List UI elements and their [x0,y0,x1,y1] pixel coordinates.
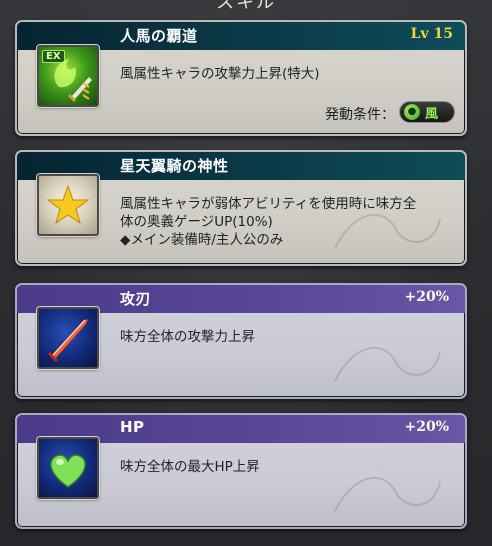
skill-title: 攻刃 [120,290,152,308]
skill-description: 風属性キャラの攻撃力上昇(特大) [120,66,320,82]
sword-icon [37,307,99,369]
skill-title: 星天翼騎の神性 [120,157,229,175]
skill-card-1[interactable]: 人馬の覇道 Lv 15 EX 風属性キャラの攻撃力上昇(特大) 発動条件： ● … [15,20,467,136]
section-title: スキル [216,0,276,13]
skill-card-4[interactable]: HP +20% 味方全体の最大HP上昇 [15,413,467,529]
wind-icon: ● [404,104,420,120]
skill-card-2[interactable]: 星天翼騎の神性 風属性キャラが弱体アビリティを使用時に味方全 体の奥義ゲージUP… [15,150,467,266]
skill-title: 人馬の覇道 [120,27,198,45]
activation-condition-label: 発動条件： [325,107,395,123]
skill-description-line: 体の奥義ゲージUP(10%) [120,214,273,230]
skill-card-3[interactable]: 攻刃 +20% 味方全体の攻撃力上昇 [15,283,467,399]
skill-bonus: +20% [404,289,449,305]
heart-icon [37,437,99,499]
element-label: 風 [425,107,439,122]
ex-wind-sword-icon: EX [37,45,99,107]
skill-title: HP [120,418,145,436]
star-icon [37,174,99,236]
skill-description: 味方全体の攻撃力上昇 [120,329,255,345]
skill-description: 味方全体の最大HP上昇 [120,459,260,475]
decorative-pattern [334,346,441,382]
decorative-pattern [334,213,441,249]
skill-condition-note: ◆メイン装備時/主人公のみ [120,232,284,248]
skill-level: Lv 15 [410,26,453,42]
wind-element-badge: ● 風 [399,101,455,123]
decorative-pattern [334,476,441,512]
skill-bonus: +20% [404,419,449,435]
